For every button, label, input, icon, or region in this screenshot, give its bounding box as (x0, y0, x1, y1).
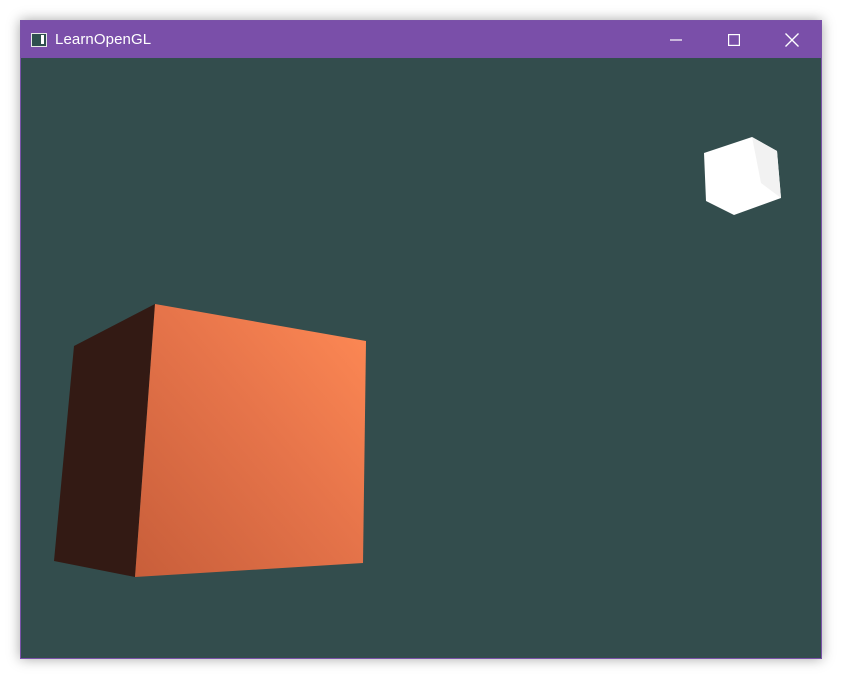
maximize-icon (728, 33, 740, 46)
close-button[interactable] (763, 21, 821, 58)
minimize-button[interactable] (647, 21, 705, 58)
window-title: LearnOpenGL (55, 31, 152, 48)
app-window: LearnOpenGL (20, 20, 822, 659)
minimize-icon (670, 38, 682, 41)
maximize-button[interactable] (705, 21, 763, 58)
opengl-viewport[interactable] (21, 58, 821, 658)
close-icon (785, 32, 799, 47)
scene-canvas (54, 137, 781, 577)
lit-cube-front-face (135, 304, 366, 577)
window-controls (647, 21, 821, 58)
light-source-cube (704, 137, 781, 215)
lit-cube (54, 304, 366, 577)
title-bar[interactable]: LearnOpenGL (21, 21, 821, 58)
app-window-icon (31, 32, 47, 47)
